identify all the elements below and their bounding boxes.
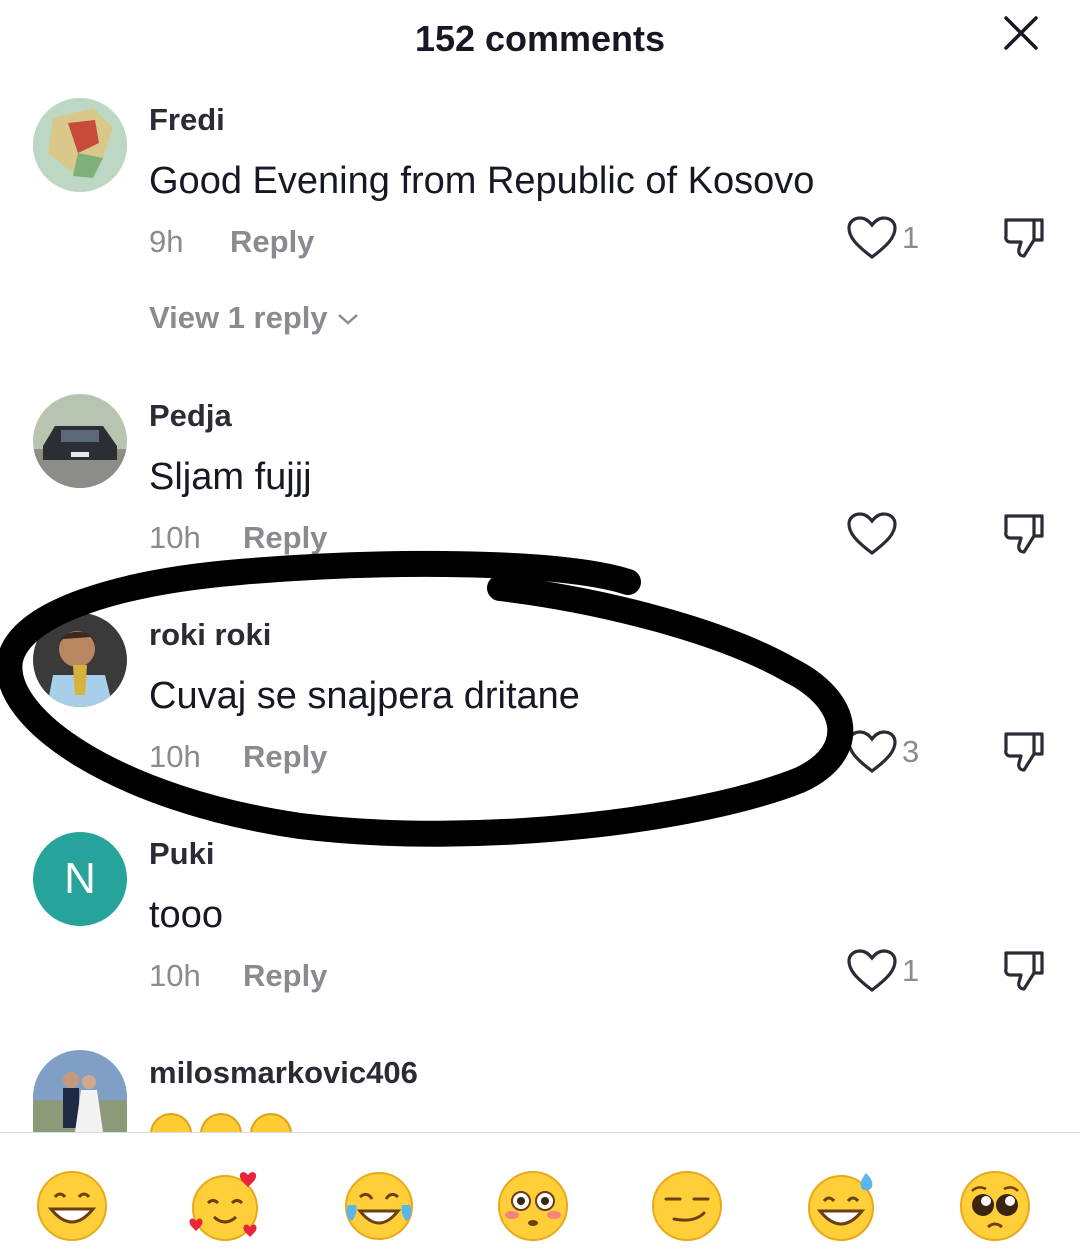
avatar-letter: N (64, 854, 96, 903)
comments-count-title: 152 comments (414, 18, 666, 59)
grinning-face-emoji[interactable] (35, 1169, 109, 1243)
avatar[interactable] (33, 394, 127, 488)
timestamp: 10h (149, 520, 201, 555)
comment-text: Sljam fujjj (149, 456, 312, 498)
chevron-down-icon (338, 314, 359, 325)
dislike-icon[interactable] (998, 508, 1048, 558)
like-button[interactable] (846, 509, 902, 559)
avatar[interactable] (33, 1050, 127, 1132)
username[interactable]: Fredi (149, 102, 225, 138)
like-count: 1 (902, 220, 920, 255)
grinning-face-with-sweat-emoji[interactable] (804, 1169, 878, 1243)
like-button[interactable]: 1 (846, 213, 919, 263)
face-with-tears-of-joy-emoji[interactable] (342, 1169, 416, 1243)
heart-icon (847, 730, 897, 774)
avatar[interactable]: N (33, 832, 127, 926)
dislike-icon[interactable] (998, 726, 1048, 776)
like-button[interactable]: 3 (846, 727, 919, 777)
avatar[interactable] (33, 613, 127, 707)
reply-button[interactable]: Reply (230, 224, 314, 260)
username[interactable]: Puki (149, 836, 214, 872)
dislike-icon[interactable] (998, 945, 1048, 995)
username[interactable]: roki roki (149, 617, 271, 653)
avatar[interactable] (33, 98, 127, 192)
comment-emoji-partial (149, 1108, 299, 1132)
emoji-quick-bar (0, 1133, 1080, 1253)
comment-text: Good Evening from Republic of Kosovo (149, 160, 815, 202)
like-count: 3 (902, 734, 920, 769)
timestamp: 9h (149, 224, 184, 259)
flushed-face-emoji[interactable] (496, 1169, 570, 1243)
close-icon[interactable] (996, 10, 1046, 56)
comment-text: tooo (149, 894, 223, 936)
smiling-face-with-hearts-emoji[interactable] (188, 1169, 262, 1243)
like-button[interactable]: 1 (846, 946, 919, 996)
comment-text: Cuvaj se snajpera dritane (149, 675, 580, 717)
dislike-icon[interactable] (998, 212, 1048, 262)
reply-button[interactable]: Reply (243, 739, 327, 775)
smirking-face-emoji[interactable] (650, 1169, 724, 1243)
view-replies-button[interactable]: View 1 reply (149, 300, 360, 336)
username[interactable]: milosmarkovic406 (149, 1055, 418, 1091)
heart-icon (847, 949, 897, 993)
pleading-face-emoji[interactable] (958, 1169, 1032, 1243)
heart-icon (847, 216, 897, 260)
view-replies-label: View 1 reply (149, 300, 328, 335)
timestamp: 10h (149, 958, 201, 993)
like-count: 1 (902, 953, 920, 988)
comments-header: 152 comments (0, 0, 1080, 80)
reply-button[interactable]: Reply (243, 958, 327, 994)
reply-button[interactable]: Reply (243, 520, 327, 556)
username[interactable]: Pedja (149, 398, 232, 434)
heart-icon (847, 512, 897, 556)
timestamp: 10h (149, 739, 201, 774)
